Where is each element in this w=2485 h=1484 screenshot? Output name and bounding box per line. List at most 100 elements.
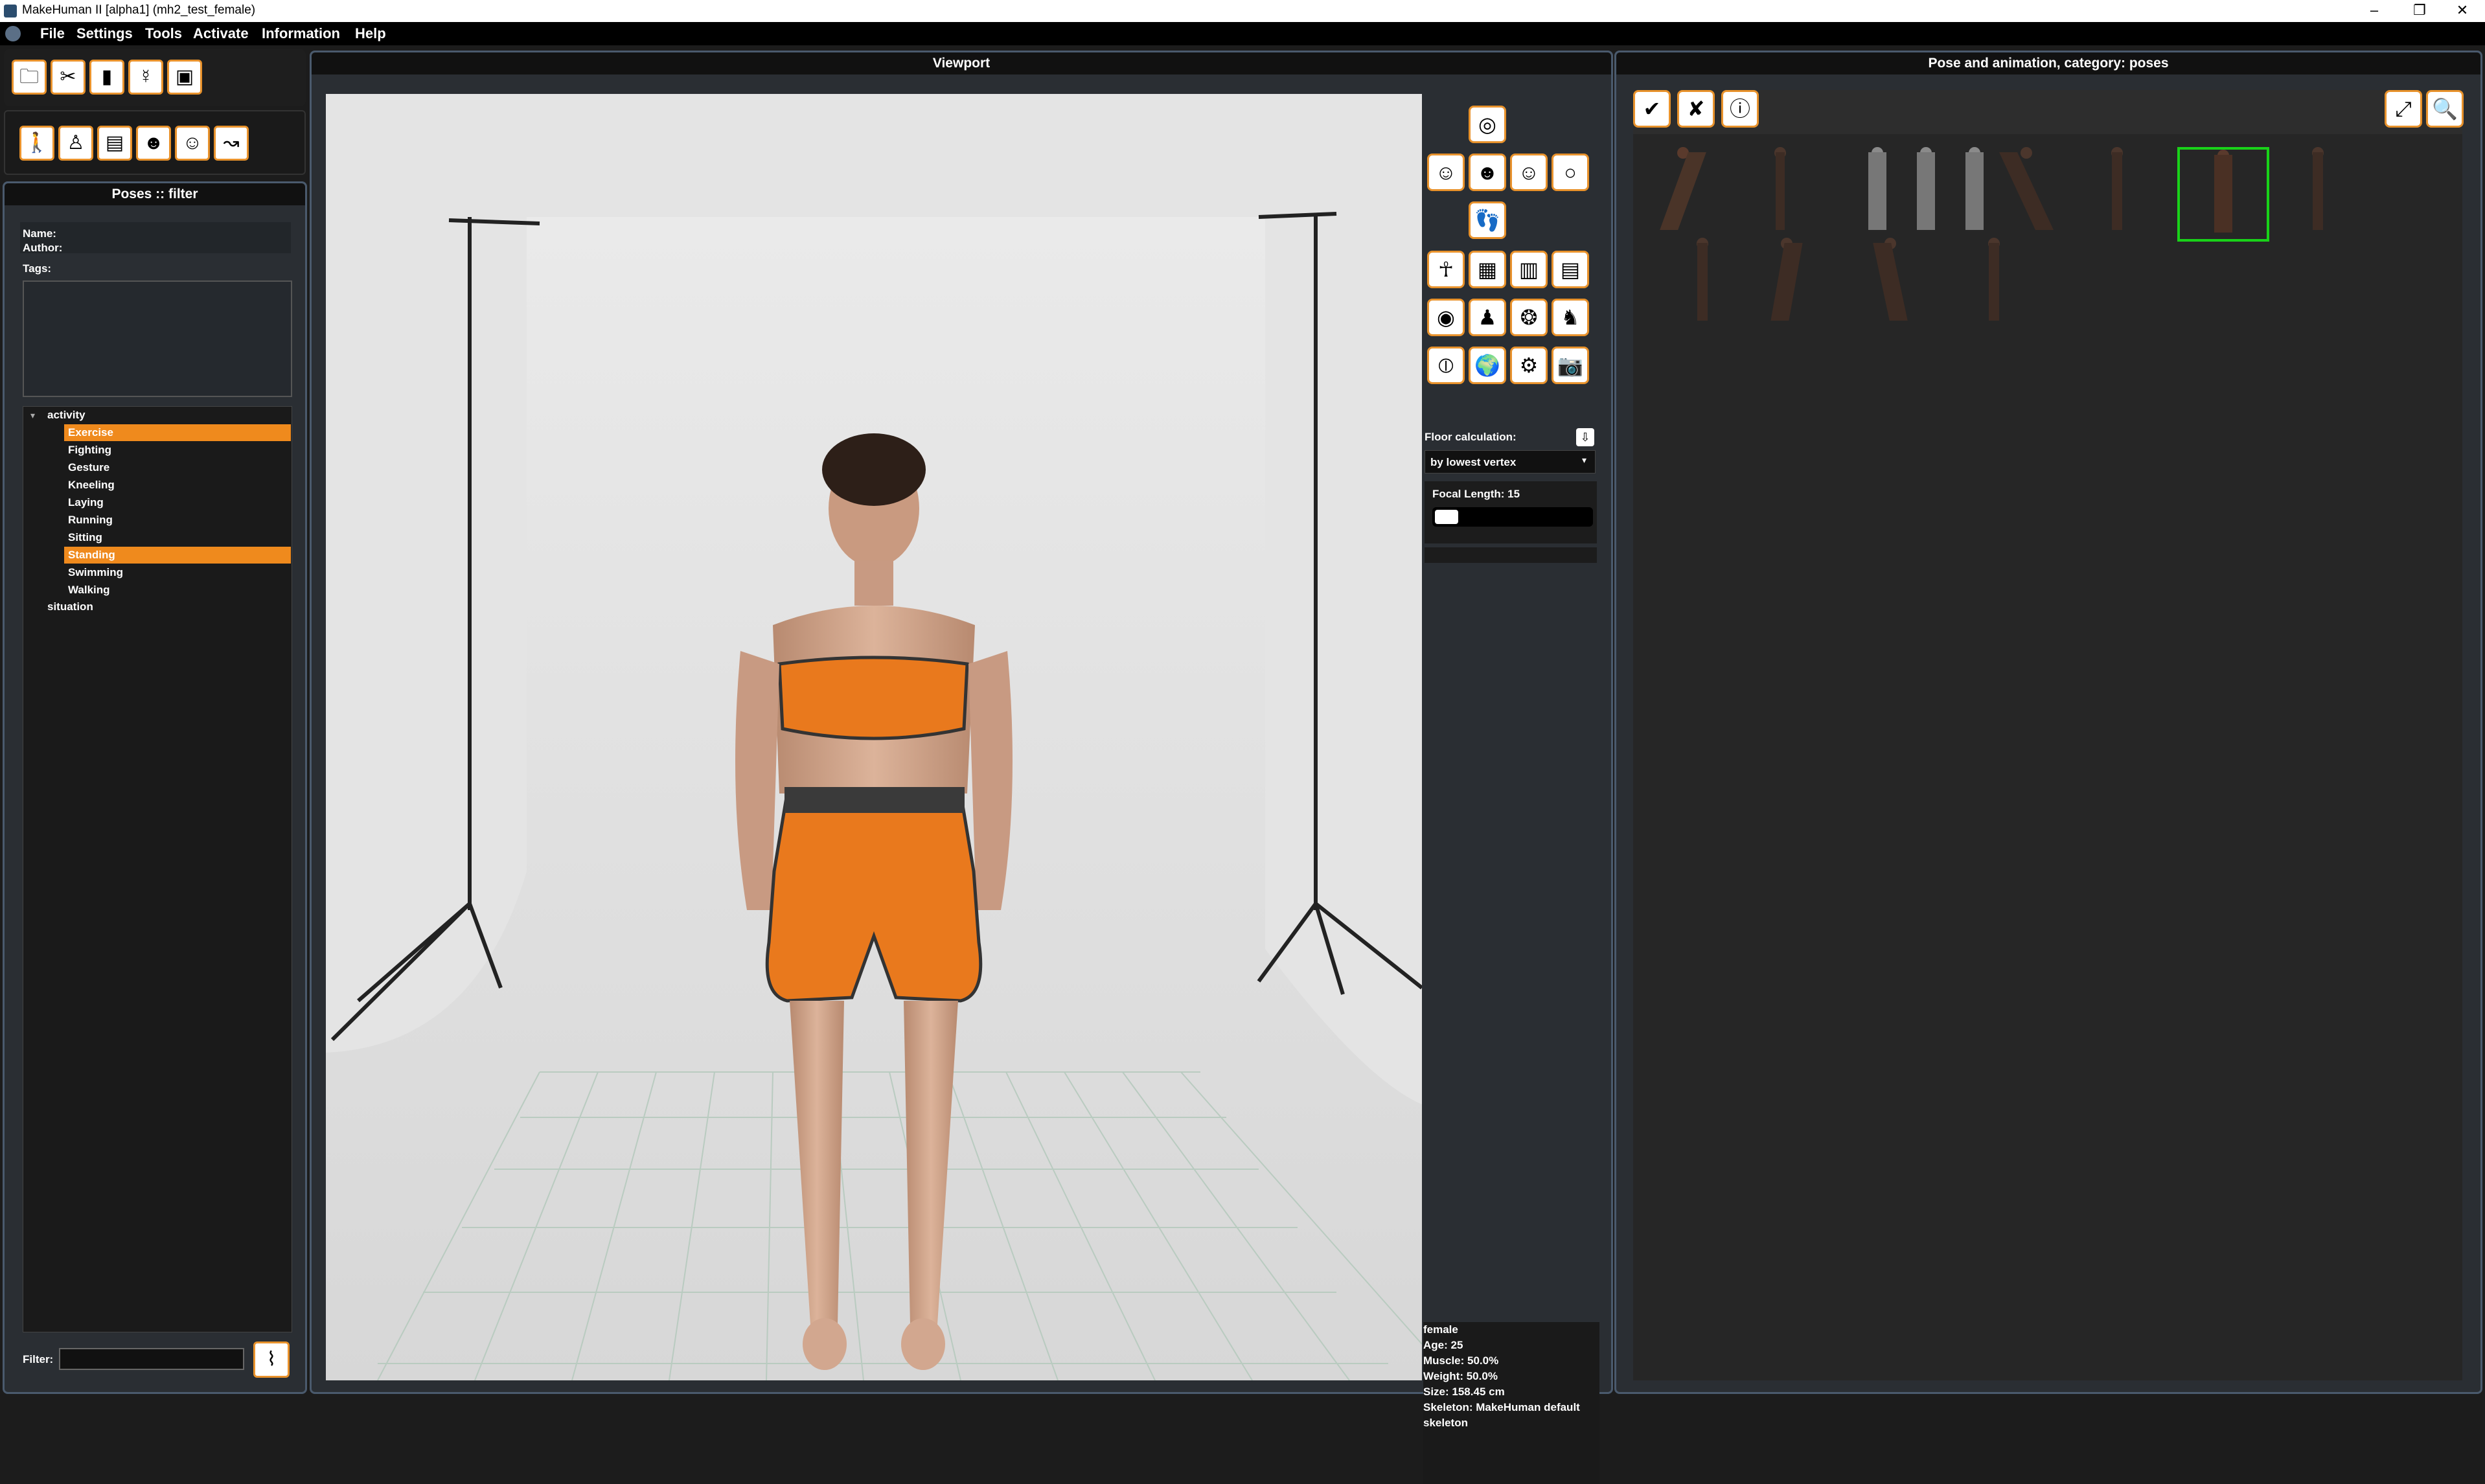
tree-root-activity[interactable]: activity <box>47 409 86 422</box>
face-right-icon[interactable]: ☺ <box>1510 154 1548 191</box>
tags-label: Tags: <box>23 262 52 275</box>
pose-thumbnail[interactable] <box>1983 147 2070 236</box>
viewport-panel: Viewport ◎ ☺ ☻ ☺ ○ 👣 ☥ ▦ ▥ ▤ ◉ ♟ ❂ ♞ ⦶ 🌍… <box>310 51 1613 1484</box>
figure-standing-icon[interactable]: 🚶 <box>19 126 54 161</box>
clear-filter-broom-icon[interactable]: ⌇ <box>253 1341 290 1378</box>
makehuman-logo-icon <box>5 26 21 41</box>
pose-skeleton-icon[interactable]: ☥ <box>1427 251 1465 288</box>
author-label: Author: <box>23 242 63 254</box>
floor-calculation-label: Floor calculation: <box>1425 431 1517 443</box>
info-icon[interactable]: ⓘ <box>1721 90 1759 128</box>
thumbnail-grid <box>1633 134 2462 1380</box>
tree-item-standing[interactable]: Standing <box>64 547 291 564</box>
filter-input[interactable] <box>59 1348 244 1370</box>
figure-pose-icon[interactable]: ♙ <box>58 126 93 161</box>
pose-thumbnail[interactable] <box>1640 147 1726 236</box>
scene-canvas <box>326 94 1422 1380</box>
wireframe-head-icon[interactable]: ❂ <box>1510 299 1548 336</box>
floor-download-icon[interactable]: ⇩ <box>1576 428 1594 446</box>
symmetry-icon[interactable]: ⦶ <box>1427 347 1465 384</box>
restore-icon[interactable]: ❐ <box>2397 0 2442 22</box>
model-info-box: female Age: 25 Muscle: 50.0% Weight: 50.… <box>1423 1322 1599 1484</box>
render-image-icon[interactable]: ▣ <box>167 60 202 95</box>
menu-bar: File Settings Tools Activate Information… <box>0 22 2485 45</box>
fullscreen-icon[interactable]: ⤢ <box>2385 90 2422 128</box>
menu-settings[interactable]: Settings <box>76 25 133 42</box>
pose-panel-header: Pose and animation, category: poses <box>1616 52 2480 74</box>
feet-icon[interactable]: 👣 <box>1469 201 1506 239</box>
face-back-icon[interactable]: ○ <box>1552 154 1589 191</box>
pose-thumbnail[interactable] <box>1847 238 1934 327</box>
eye-icon[interactable]: ◉ <box>1427 299 1465 336</box>
face-mask-icon[interactable]: ☻ <box>136 126 171 161</box>
tree-item-gesture[interactable]: Gesture <box>64 459 291 476</box>
tags-box[interactable] <box>23 280 292 397</box>
pose-thumbnail[interactable] <box>1659 238 1746 327</box>
file-load-icon[interactable]: 🗀 <box>12 60 47 95</box>
tree-item-fighting[interactable]: Fighting <box>64 442 291 459</box>
menu-help[interactable]: Help <box>355 25 386 42</box>
menu-activate[interactable]: Activate <box>193 25 249 42</box>
pose-thumbnail[interactable] <box>1951 238 2037 327</box>
face-front-icon[interactable]: ☻ <box>1469 154 1506 191</box>
focal-length-label: Focal Length: 15 <box>1432 488 1520 500</box>
minimize-icon[interactable]: – <box>2352 0 2397 22</box>
tree-item-running[interactable]: Running <box>64 512 291 529</box>
tree-item-swimming[interactable]: Swimming <box>64 564 291 581</box>
floor-calculation-value: by lowest vertex <box>1430 456 1517 468</box>
clothes-icon[interactable]: ▮ <box>89 60 124 95</box>
info-gender: female <box>1423 1323 1458 1336</box>
tree-collapse-icon[interactable]: ▾ <box>30 410 35 421</box>
tree-item-sitting[interactable]: Sitting <box>64 529 291 546</box>
main-toolbar: 🗀 ✂ ▮ ☿ ▣ <box>4 49 306 106</box>
menu-information[interactable]: Information <box>262 25 340 42</box>
modelling-tools-icon[interactable]: ✂ <box>51 60 86 95</box>
tree-root-situation[interactable]: situation <box>47 600 93 613</box>
expression-icon[interactable]: ☺ <box>175 126 210 161</box>
pose-figures-icon[interactable]: ☿ <box>128 60 163 95</box>
muscle-icon[interactable]: ♞ <box>1552 299 1589 336</box>
chevron-down-icon: ▾ <box>1582 455 1587 465</box>
face-left-icon[interactable]: ☺ <box>1427 154 1465 191</box>
poses-filter-panel: Poses :: filter Name: Author: Tags: ▾ ac… <box>3 181 307 1394</box>
focal-length-handle[interactable] <box>1435 510 1458 524</box>
tree-item-walking[interactable]: Walking <box>64 582 291 599</box>
info-skeleton: Skeleton: MakeHuman default skeleton <box>1423 1401 1580 1429</box>
pose-thumbnail[interactable] <box>2074 147 2160 236</box>
info-weight: Weight: 50.0% <box>1423 1370 1498 1382</box>
floor-grid-icon[interactable]: ▤ <box>1552 251 1589 288</box>
skeleton-icon[interactable]: ▤ <box>97 126 132 161</box>
animation-icon[interactable]: ↝ <box>214 126 249 161</box>
tree-item-kneeling[interactable]: Kneeling <box>64 477 291 494</box>
pose-thumbnail[interactable] <box>2274 147 2361 236</box>
pose-thumbnail-selected[interactable] <box>2177 147 2269 242</box>
focal-length-slider[interactable] <box>1432 507 1593 527</box>
pose-thumbnail[interactable] <box>1743 238 1830 327</box>
reject-x-icon[interactable]: ✘ <box>1677 90 1715 128</box>
focal-length-box: Focal Length: 15 <box>1425 481 1597 543</box>
search-list-icon[interactable]: 🔍 <box>2426 90 2464 128</box>
grid-icon[interactable]: ▦ <box>1469 251 1506 288</box>
tree-item-exercise[interactable]: Exercise <box>64 424 291 441</box>
window-title-bar: MakeHuman II [alpha1] (mh2_test_female) … <box>0 0 2485 22</box>
reset-camera-icon[interactable]: ◎ <box>1469 106 1506 143</box>
side-grid-icon[interactable]: ▥ <box>1510 251 1548 288</box>
tree-item-laying[interactable]: Laying <box>64 494 291 511</box>
category-toolbar: 🚶 ♙ ▤ ☻ ☺ ↝ <box>4 110 306 175</box>
pose-library: ✔ ✘ ⓘ ⤢ 🔍 <box>1633 90 2464 1380</box>
skeleton-view-icon[interactable]: ♟ <box>1469 299 1506 336</box>
filter-label: Filter: <box>23 1353 54 1365</box>
pose-thumbnail[interactable] <box>1737 147 1824 236</box>
app-icon <box>4 5 17 17</box>
menu-file[interactable]: File <box>40 25 65 42</box>
settings-gear-icon[interactable]: ⚙ <box>1510 347 1548 384</box>
floor-calculation-select[interactable]: by lowest vertex ▾ <box>1425 450 1596 474</box>
3d-viewport[interactable] <box>326 94 1422 1380</box>
close-icon[interactable]: ✕ <box>2440 0 2485 22</box>
globe-icon[interactable]: 🌍 <box>1469 347 1506 384</box>
menu-tools[interactable]: Tools <box>145 25 182 42</box>
screenshot-camera-icon[interactable]: 📷 <box>1552 347 1589 384</box>
window-title: MakeHuman II [alpha1] (mh2_test_female) <box>22 3 256 17</box>
poses-filter-header: Poses :: filter <box>5 183 305 205</box>
accept-check-icon[interactable]: ✔ <box>1633 90 1671 128</box>
